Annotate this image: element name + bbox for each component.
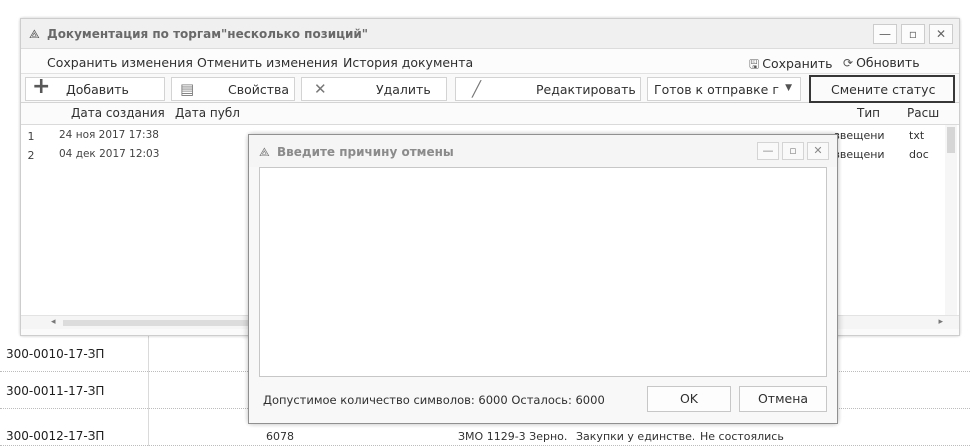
add-button[interactable]: + Добавить: [25, 74, 165, 101]
column-divider: [148, 372, 149, 409]
edit-label: Редактировать: [536, 82, 636, 97]
window-titlebar[interactable]: ⟁ Документация по торгам"несколько позиц…: [21, 19, 959, 49]
grid-header: Дата создания Дата публ Тип Расш: [21, 103, 959, 125]
delete-icon: ✕: [314, 80, 327, 98]
column-divider: [148, 409, 149, 446]
row-number: 1: [27, 130, 35, 143]
type-cell: Закупки у единстве..: [576, 430, 694, 443]
app-icon: ⟁: [29, 27, 40, 41]
ok-button[interactable]: OK: [647, 386, 731, 412]
vertical-scrollbar[interactable]: [945, 125, 957, 315]
minimize-button[interactable]: —: [873, 24, 897, 44]
document-type: звещени: [834, 148, 885, 161]
name-cell: ЗМО 1129-3 Зерно..: [458, 430, 568, 443]
cancel-reason-dialog: ⟁ Введите причину отмены — ▫ ✕ Допустимо…: [248, 134, 838, 424]
maximize-button[interactable]: ▫: [782, 142, 804, 160]
floppy-icon: 🖫: [749, 57, 760, 71]
scroll-left-icon[interactable]: ◂: [51, 317, 56, 327]
status-cell: Не состоялись: [700, 430, 784, 443]
pencil-icon: ╱: [472, 80, 482, 98]
cancel-reason-input[interactable]: [259, 167, 827, 377]
row-number: 2: [27, 149, 35, 162]
column-type[interactable]: Тип: [857, 106, 880, 120]
file-extension: txt: [909, 129, 925, 142]
delete-label: Удалить: [376, 82, 431, 97]
scroll-track[interactable]: [63, 320, 253, 326]
chevron-down-icon: ▼: [785, 83, 792, 93]
edit-button[interactable]: ╱ Редактировать: [455, 77, 641, 101]
window-controls: — ▫ ✕: [873, 24, 953, 44]
procurement-id: 300-0012-17-ЗП: [6, 429, 105, 443]
column-divider: [148, 335, 149, 372]
dialog-titlebar[interactable]: ⟁ Введите причину отмены — ▫ ✕: [249, 135, 837, 167]
save-label: Сохранить: [762, 56, 833, 71]
character-counter: Допустимое количество символов: 6000 Ост…: [263, 393, 605, 407]
properties-icon: ▤: [180, 80, 195, 98]
created-date: 04 дек 2017 12:03: [59, 148, 160, 160]
refresh-menu[interactable]: ⟳ Обновить: [843, 55, 920, 70]
close-button[interactable]: ✕: [929, 24, 953, 44]
properties-label: Свойства: [228, 82, 290, 97]
save-menu[interactable]: 🖫 Сохранить: [749, 55, 833, 76]
cancel-button[interactable]: Отмена: [739, 386, 827, 412]
refresh-icon: ⟳: [843, 56, 854, 70]
status-select-value: Готов к отправке г: [654, 82, 779, 97]
document-type: звещени: [834, 129, 885, 142]
maximize-button[interactable]: ▫: [901, 24, 925, 44]
minimize-button[interactable]: —: [757, 142, 779, 160]
scroll-right-icon[interactable]: ▸: [938, 317, 943, 327]
document-history-menu[interactable]: История документа: [343, 55, 473, 70]
column-created[interactable]: Дата создания: [71, 106, 165, 120]
dialog-controls: — ▫ ✕: [757, 142, 829, 160]
file-extension: doc: [909, 148, 929, 161]
properties-button[interactable]: ▤ Свойства: [171, 77, 295, 101]
refresh-label: Обновить: [856, 55, 920, 70]
dialog-title: Введите причину отмены: [277, 145, 454, 159]
delete-button[interactable]: ✕ Удалить: [301, 77, 447, 101]
change-status-label: Смените статус: [831, 82, 936, 97]
toolbar: + Добавить ▤ Свойства ✕ Удалить ╱ Редакт…: [21, 74, 959, 103]
procurement-id: 300-0010-17-ЗП: [6, 347, 105, 361]
save-changes-menu[interactable]: Сохранить изменения: [47, 55, 193, 70]
number-cell: 6078: [266, 430, 294, 443]
change-status-button[interactable]: Смените статус: [809, 75, 955, 103]
scroll-thumb[interactable]: [947, 127, 955, 153]
menu-bar: Сохранить изменения Отменить изменения И…: [21, 49, 959, 74]
window-title: Документация по торгам"несколько позиций…: [47, 27, 369, 41]
close-button[interactable]: ✕: [807, 142, 829, 160]
add-label: Добавить: [66, 82, 129, 97]
created-date: 24 ноя 2017 17:38: [59, 129, 159, 141]
cancel-changes-menu[interactable]: Отменить изменения: [197, 55, 338, 70]
app-icon: ⟁: [259, 145, 270, 159]
status-select[interactable]: Готов к отправке г ▼: [647, 77, 801, 101]
column-extension[interactable]: Расш: [907, 106, 939, 120]
plus-icon: +: [32, 74, 51, 99]
procurement-id: 300-0011-17-ЗП: [6, 384, 105, 398]
column-published[interactable]: Дата публ: [175, 106, 240, 120]
